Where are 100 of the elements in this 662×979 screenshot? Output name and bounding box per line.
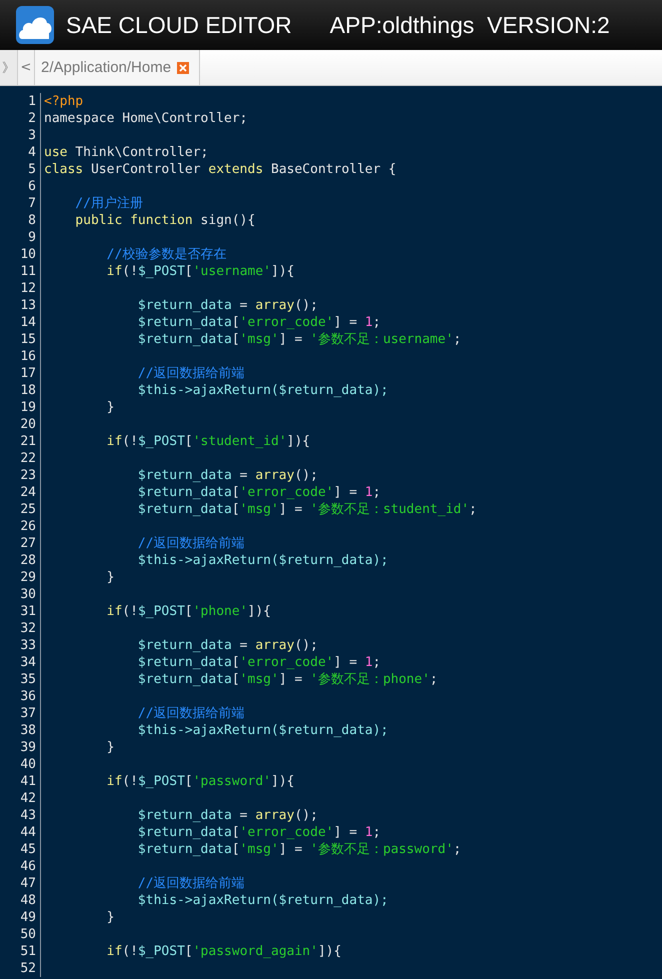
line-number: 39: [20, 740, 36, 755]
code-text: sign(){: [200, 213, 256, 228]
code-text: ] =: [334, 825, 358, 840]
close-icon[interactable]: [177, 62, 190, 74]
code-variable: $return_data: [136, 502, 232, 517]
code-text: ;: [430, 672, 438, 687]
code-keyword: if: [106, 604, 122, 619]
code-text: ();: [294, 808, 318, 823]
code-keyword: use: [44, 145, 68, 160]
code-text: [: [232, 672, 240, 687]
code-variable: $return_data: [136, 808, 232, 823]
code-keyword: array: [255, 298, 294, 313]
code-text: (!: [122, 774, 138, 789]
code-text: ;: [453, 332, 462, 347]
code-string: '参数不足：password': [310, 842, 454, 857]
code-text: =: [238, 298, 248, 313]
code-variable: $this->ajaxReturn($return_data);: [136, 723, 388, 738]
code-variable: $return_data: [136, 485, 232, 500]
code-keyword: if: [106, 944, 122, 959]
code-text: ;: [372, 825, 381, 840]
code-comment: //返回数据给前端: [136, 536, 245, 551]
code-text: [: [184, 774, 193, 789]
line-number: 46: [20, 859, 36, 874]
code-text: (!: [122, 944, 138, 959]
code-text: ;: [469, 502, 477, 517]
code-text: ]){: [271, 264, 294, 279]
line-number: 10: [20, 247, 36, 262]
code-text: [: [232, 332, 240, 347]
code-string: 'error_code': [240, 655, 334, 670]
code-variable: $_POST: [138, 774, 185, 789]
line-number: 6: [28, 179, 36, 194]
line-number: 11: [20, 264, 36, 279]
code-text: [: [232, 655, 240, 670]
line-number: 25: [20, 502, 36, 517]
code-text: ();: [294, 298, 318, 313]
code-keyword: array: [255, 808, 294, 823]
code-text: ]){: [248, 604, 272, 619]
file-tab[interactable]: 2/Application/Home: [35, 50, 200, 85]
line-number: 33: [20, 638, 36, 653]
code-text: [: [232, 502, 240, 517]
scroll-left-button[interactable]: <: [18, 50, 35, 85]
code-text: [: [232, 315, 240, 330]
code-number: 1: [364, 485, 373, 500]
line-number: 50: [20, 927, 36, 942]
code-variable: $return_data: [136, 825, 232, 840]
code-text: BaseController {: [270, 162, 396, 177]
code-text: ] =: [278, 842, 304, 857]
code-variable: $return_data: [136, 332, 232, 347]
code-string: 'msg': [240, 842, 279, 857]
code-text: ] =: [334, 485, 358, 500]
line-number: 4: [28, 145, 36, 160]
code-keyword: public function: [74, 213, 193, 228]
code-text: [: [232, 485, 240, 500]
code-comment: //返回数据给前端: [136, 366, 245, 381]
line-number: 7: [28, 196, 36, 211]
code-text: ] =: [278, 332, 304, 347]
code-text: =: [238, 808, 248, 823]
line-number: 3: [28, 128, 36, 143]
line-number: 51: [20, 944, 36, 959]
code-variable: $_POST: [138, 434, 185, 449]
line-number: 21: [20, 434, 36, 449]
code-variable: $return_data: [136, 298, 232, 313]
line-number: 30: [20, 587, 36, 602]
line-number: 18: [20, 383, 36, 398]
line-number: 1: [28, 94, 36, 109]
code-variable: $this->ajaxReturn($return_data);: [136, 553, 388, 568]
code-text: }: [106, 570, 114, 585]
code-string: 'msg': [240, 672, 279, 687]
code-text: }: [106, 910, 114, 925]
code-string: 'error_code': [240, 825, 334, 840]
code-text: ] =: [334, 655, 358, 670]
code-text: ]){: [271, 774, 294, 789]
code-variable: $_POST: [138, 604, 185, 619]
code-variable: $this->ajaxReturn($return_data);: [136, 383, 388, 398]
collapse-button[interactable]: 》: [0, 50, 18, 85]
line-number: 44: [20, 825, 36, 840]
line-number: 48: [20, 893, 36, 908]
code-keyword: if: [106, 774, 122, 789]
code-text: ] =: [278, 672, 304, 687]
line-number: 16: [20, 349, 36, 364]
code-comment: //用户注册: [74, 196, 143, 211]
code-text: ]){: [286, 434, 310, 449]
code-string: 'password_again': [192, 944, 318, 959]
code-text: (!: [122, 604, 138, 619]
line-number: 43: [20, 808, 36, 823]
code-comment: //返回数据给前端: [136, 706, 245, 721]
code-variable: $return_data: [136, 638, 232, 653]
code-text: ();: [294, 468, 318, 483]
line-number: 47: [20, 876, 36, 891]
line-number: 32: [20, 621, 36, 636]
code-comment: //校验参数是否存在: [106, 247, 226, 262]
code-text: =: [238, 468, 248, 483]
code-text: ();: [294, 638, 318, 653]
code-text: [: [184, 604, 193, 619]
code-string: '参数不足：student_id': [310, 502, 470, 517]
line-number: 17: [20, 366, 36, 381]
code-text: ;: [372, 315, 381, 330]
line-number: 2: [28, 111, 36, 126]
code-keyword: class: [44, 162, 84, 177]
line-number: 38: [20, 723, 36, 738]
